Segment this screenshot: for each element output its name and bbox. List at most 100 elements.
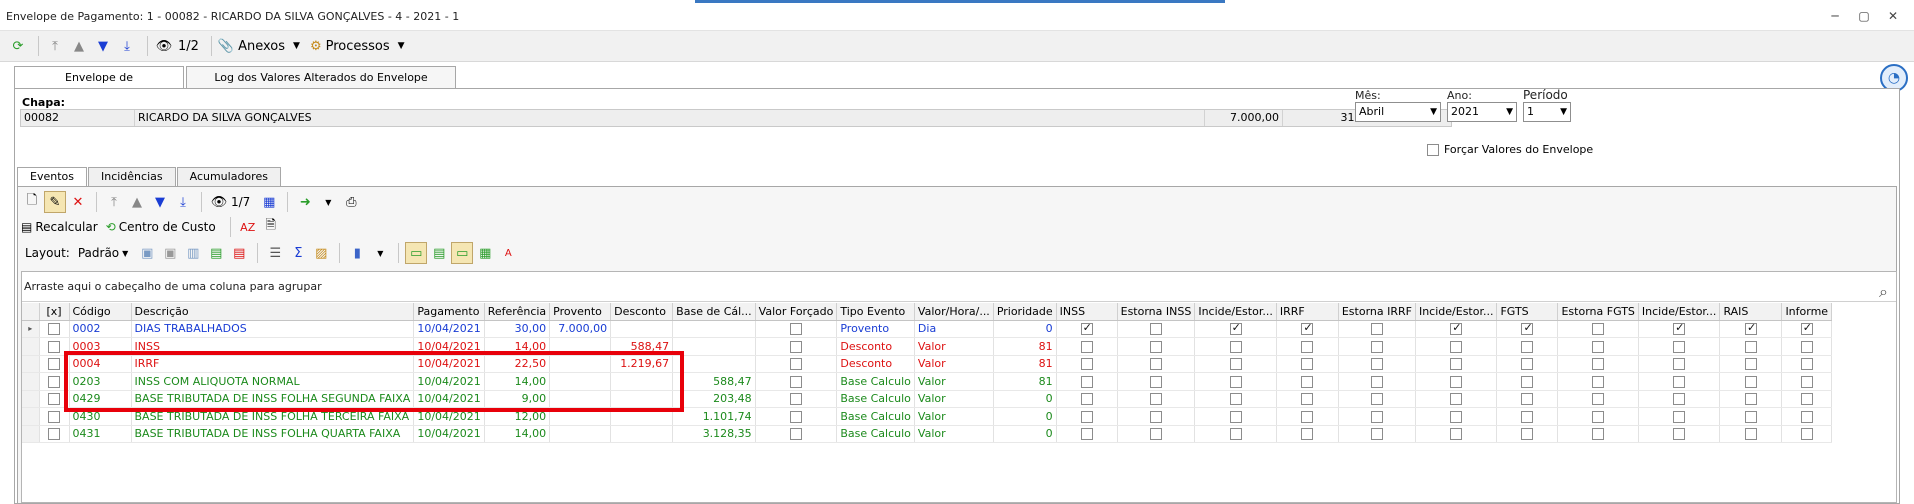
first-record-icon[interactable]: ⤒: [45, 36, 65, 56]
calendar-grid-icon[interactable]: ▦: [258, 191, 280, 213]
print-icon[interactable]: ⎙: [340, 191, 362, 213]
estorna-irrf-checkbox[interactable]: [1370, 358, 1383, 371]
referencia-cell[interactable]: 14,00: [484, 425, 551, 443]
estorna-fgts-checkbox[interactable]: [1592, 323, 1605, 336]
tab-log-valores[interactable]: Log dos Valores Alterados do Envelope: [186, 66, 456, 89]
forcar-valores-option[interactable]: Forçar Valores do Envelope: [1427, 143, 1593, 156]
layout-columns-icon[interactable]: ▥: [182, 242, 204, 264]
column-header[interactable]: INSS: [1056, 303, 1118, 321]
incide-estorno-irrf-checkbox[interactable]: [1450, 428, 1463, 441]
column-header[interactable]: Estorna FGTS: [1557, 303, 1639, 321]
estorna-irrf-checkbox[interactable]: [1370, 393, 1383, 406]
mes-select[interactable]: Abril ▼: [1355, 102, 1441, 122]
rais-checkbox[interactable]: [1744, 410, 1757, 423]
pagamento-cell[interactable]: 10/04/2021: [413, 320, 485, 338]
informe-checkbox[interactable]: [1800, 375, 1813, 388]
row-indicator[interactable]: [22, 407, 40, 426]
document-icon[interactable]: 🗎: [260, 216, 282, 238]
binoculars-icon[interactable]: 👁: [208, 191, 230, 213]
rais-checkbox[interactable]: [1744, 393, 1757, 406]
filter-icon[interactable]: ☰: [264, 242, 286, 264]
chart-icon[interactable]: ▮: [346, 242, 368, 264]
incide-estorno-inss-checkbox[interactable]: [1229, 321, 1242, 336]
column-header[interactable]: Valor Forçado: [755, 303, 838, 321]
estorna-irrf-checkbox[interactable]: [1370, 340, 1383, 353]
estorna-inss-checkbox[interactable]: [1149, 375, 1162, 388]
select-checkbox[interactable]: [48, 340, 60, 353]
tipo-evento-cell[interactable]: Base Calculo: [836, 372, 915, 391]
rais-checkbox[interactable]: [1744, 321, 1757, 336]
estorna-inss-checkbox[interactable]: [1149, 393, 1162, 406]
incide-estorno-irrf-checkbox[interactable]: [1450, 375, 1463, 388]
edit-record-icon[interactable]: ✎: [44, 191, 66, 213]
sort-az-icon[interactable]: AZ: [237, 216, 259, 238]
prioridade-cell[interactable]: 81: [993, 337, 1057, 356]
irrf-checkbox[interactable]: [1301, 393, 1314, 406]
refresh-icon[interactable]: ⟳: [8, 36, 28, 56]
binoculars-icon[interactable]: 👁: [154, 36, 174, 56]
column-header[interactable]: Incide/Estor...: [1638, 303, 1721, 321]
chevron-down-icon[interactable]: ▼: [369, 242, 391, 264]
column-header[interactable]: Descrição: [131, 303, 415, 321]
base-calculo-cell[interactable]: 3.128,35: [672, 425, 756, 443]
incide-estorno-irrf-checkbox[interactable]: [1450, 358, 1463, 371]
periodo-select[interactable]: 1 ▼: [1523, 102, 1571, 122]
incide-estorno-fgts-checkbox[interactable]: [1673, 375, 1686, 388]
incide-estorno-fgts-checkbox[interactable]: [1673, 321, 1686, 336]
tipo-evento-cell[interactable]: Base Calculo: [836, 425, 915, 443]
informe-checkbox[interactable]: [1800, 428, 1813, 441]
irrf-checkbox[interactable]: [1301, 340, 1314, 353]
valor-hora-cell[interactable]: Valor: [914, 390, 994, 408]
search-icon[interactable]: ⌕: [1879, 277, 1888, 307]
row-indicator[interactable]: [22, 355, 40, 373]
incide-estorno-fgts-checkbox[interactable]: [1673, 340, 1686, 353]
tipo-evento-cell[interactable]: Base Calculo: [836, 407, 915, 426]
referencia-cell[interactable]: 30,00: [484, 320, 551, 338]
irrf-checkbox[interactable]: [1301, 321, 1314, 336]
valor-forcado-checkbox[interactable]: [790, 410, 802, 423]
delete-record-icon[interactable]: ✕: [67, 191, 89, 213]
fgts-checkbox[interactable]: [1521, 375, 1534, 388]
estorna-irrf-checkbox[interactable]: [1370, 428, 1383, 441]
fgts-checkbox[interactable]: [1521, 428, 1534, 441]
informe-checkbox[interactable]: [1800, 393, 1813, 406]
select-checkbox[interactable]: [48, 428, 60, 441]
first-record-icon[interactable]: ⤒: [103, 191, 125, 213]
valor-hora-cell[interactable]: Dia: [914, 320, 994, 338]
estorna-inss-checkbox[interactable]: [1149, 410, 1162, 423]
estorna-inss-checkbox[interactable]: [1149, 323, 1162, 336]
prioridade-cell[interactable]: 81: [993, 355, 1057, 373]
select-checkbox[interactable]: [48, 410, 60, 423]
inss-checkbox[interactable]: [1080, 340, 1093, 353]
valor-forcado-checkbox[interactable]: [790, 375, 802, 388]
previous-record-icon[interactable]: ▲: [69, 36, 89, 56]
base-calculo-cell[interactable]: 1.101,74: [672, 407, 756, 426]
prioridade-cell[interactable]: 0: [993, 425, 1057, 443]
rais-checkbox[interactable]: [1744, 375, 1757, 388]
select-checkbox[interactable]: [48, 393, 60, 406]
incide-estorno-inss-checkbox[interactable]: [1229, 393, 1242, 406]
tipo-evento-cell[interactable]: Desconto: [836, 337, 915, 356]
fgts-checkbox[interactable]: [1521, 358, 1534, 371]
estorna-fgts-checkbox[interactable]: [1592, 375, 1605, 388]
valor-forcado-checkbox[interactable]: [790, 340, 802, 353]
inss-checkbox[interactable]: [1080, 393, 1093, 406]
column-header[interactable]: IRRF: [1276, 303, 1339, 321]
recalcular-button[interactable]: ▤ Recalcular: [21, 220, 98, 234]
table-row[interactable]: ▸ 0002 DIAS TRABALHADOS 10/04/2021 30,00 7.00…: [22, 320, 1833, 338]
incide-estorno-irrf-checkbox[interactable]: [1450, 410, 1463, 423]
tipo-evento-cell[interactable]: Desconto: [836, 355, 915, 373]
inss-checkbox[interactable]: [1080, 428, 1093, 441]
select-checkbox[interactable]: [48, 323, 60, 336]
estorna-inss-checkbox[interactable]: [1149, 358, 1162, 371]
tab-acumuladores[interactable]: Acumuladores: [176, 167, 281, 187]
base-calculo-cell[interactable]: [672, 337, 756, 356]
font-icon[interactable]: A: [497, 242, 519, 264]
pagamento-cell[interactable]: 10/04/2021: [413, 425, 485, 443]
prioridade-cell[interactable]: 0: [993, 390, 1057, 408]
inss-checkbox[interactable]: [1080, 358, 1093, 371]
layout-save-icon[interactable]: ▣: [136, 242, 158, 264]
layout-import-icon[interactable]: ▤: [205, 242, 227, 264]
column-header[interactable]: [x]: [39, 303, 70, 321]
base-calculo-cell[interactable]: [672, 355, 756, 373]
